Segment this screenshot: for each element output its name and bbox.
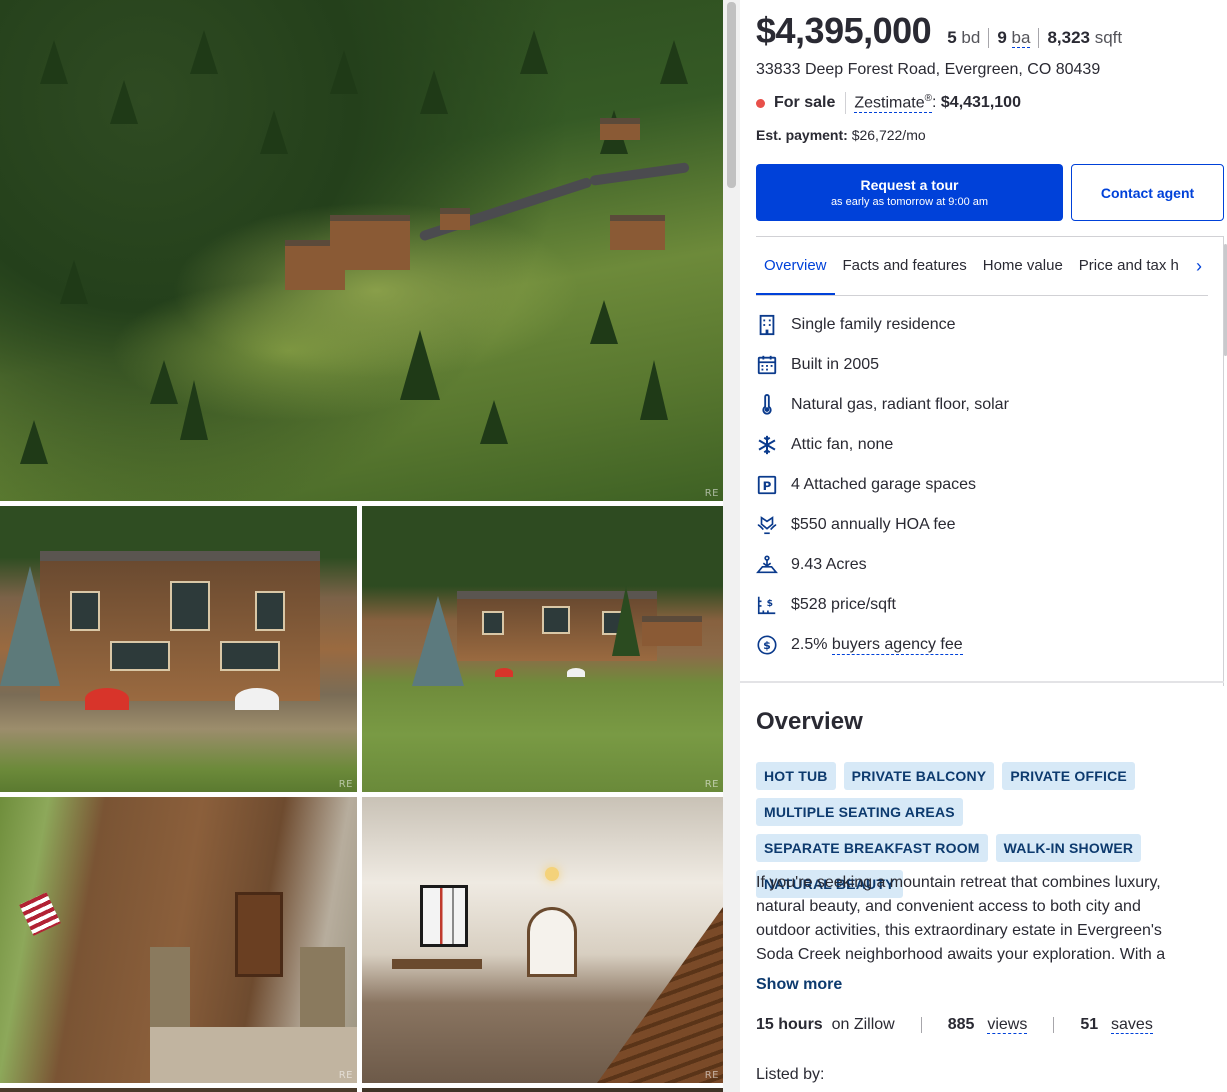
listing-address: 33833 Deep Forest Road, Evergreen, CO 80…: [756, 61, 1101, 78]
fact-text: $550 annually HOA fee: [791, 516, 956, 533]
buyers-agency-fee-link[interactable]: buyers agency fee: [831, 636, 963, 655]
photo-interior-hallway[interactable]: RE: [362, 797, 723, 1083]
svg-text:P: P: [763, 479, 772, 493]
request-tour-sublabel: as early as tomorrow at 9:00 am: [830, 196, 989, 208]
building-icon: [756, 314, 778, 336]
stat-sqft: 8,323 sqft: [1038, 28, 1130, 48]
status-badge: For sale: [774, 94, 836, 111]
dollar-circle-icon: $: [756, 634, 778, 656]
price-per-sqft-icon: $: [756, 594, 778, 616]
listing-metrics: 15 hours on Zillow 885 views 51 saves: [756, 1016, 1153, 1034]
calendar-icon: [756, 354, 778, 376]
fact-text: Single family residence: [791, 316, 956, 333]
stat-baths[interactable]: 9 ba: [988, 28, 1038, 48]
fact-price-per-sqft: $ $528 price/sqft: [756, 585, 1196, 625]
photo-back-terrace[interactable]: RE: [0, 506, 357, 792]
status-dot-icon: [756, 98, 765, 108]
svg-text:$: $: [763, 639, 771, 652]
photo-watermark: RE: [704, 1070, 719, 1081]
fact-text: Attic fan, none: [791, 436, 894, 453]
fact-cooling: Attic fan, none: [756, 425, 1196, 465]
tab-facts-and-features[interactable]: Facts and features: [835, 237, 975, 295]
tab-home-value[interactable]: Home value: [975, 237, 1071, 295]
listing-description: If you're seeking a mountain retreat tha…: [756, 874, 1166, 963]
show-more-button[interactable]: Show more: [756, 976, 842, 994]
photo-watermark: RE: [338, 1070, 353, 1081]
key-facts-list: Single family residence Built in 2005 Na…: [756, 305, 1196, 665]
photo-next-left[interactable]: [0, 1088, 357, 1092]
fact-hoa: $550 annually HOA fee: [756, 505, 1196, 545]
photo-watermark: RE: [338, 779, 353, 790]
feature-chip: HOT TUB: [756, 762, 836, 790]
fact-text: Built in 2005: [791, 356, 880, 373]
fact-text: Natural gas, radiant floor, solar: [791, 396, 1009, 413]
request-tour-label: Request a tour: [860, 177, 959, 193]
overview-heading: Overview: [756, 708, 863, 735]
photo-front-entry[interactable]: RE: [0, 797, 357, 1083]
feature-chip: MULTIPLE SEATING AREAS: [756, 798, 963, 826]
gallery-scrollbar-thumb[interactable]: [727, 2, 736, 188]
price-row: $4,395,000 5 bd 9 ba 8,323 sqft: [756, 10, 1130, 52]
fact-text: 9.43 Acres: [791, 556, 867, 573]
chevron-right-icon[interactable]: ›: [1189, 256, 1209, 276]
fact-text: 4 Attached garage spaces: [791, 476, 977, 493]
fact-text: $528 price/sqft: [791, 596, 896, 613]
fact-year-built: Built in 2005: [756, 345, 1196, 385]
fact-parking: P 4 Attached garage spaces: [756, 465, 1196, 505]
fact-heating: Natural gas, radiant floor, solar: [756, 385, 1196, 425]
fact-lot-size: 9.43 Acres: [756, 545, 1196, 585]
metric-views[interactable]: 885 views: [948, 1016, 1028, 1034]
stat-beds: 5 bd: [947, 28, 981, 47]
metric-time-on-zillow: 15 hours on Zillow: [756, 1016, 895, 1033]
photo-watermark: RE: [704, 779, 719, 790]
thermometer-icon: [756, 394, 778, 416]
est-payment[interactable]: Est. payment: $26,722/mo: [756, 127, 926, 143]
zestimate-link[interactable]: Zestimate®: [854, 93, 932, 114]
tab-price-and-tax-history[interactable]: Price and tax h: [1071, 237, 1187, 295]
home-stats: 5 bd 9 ba 8,323 sqft: [947, 28, 1130, 48]
feature-chip: WALK-IN SHOWER: [995, 834, 1142, 862]
parking-icon: P: [756, 474, 778, 496]
listing-price: $4,395,000: [756, 10, 932, 51]
feature-chip: PRIVATE OFFICE: [1002, 762, 1135, 790]
divider: [920, 1017, 922, 1033]
lot-acres-icon: [756, 554, 778, 576]
photo-watermark: RE: [704, 488, 719, 499]
zestimate-value: $4,431,100: [940, 94, 1021, 111]
feature-chip: PRIVATE BALCONY: [843, 762, 995, 790]
section-tabs: Overview Facts and features Home value P…: [756, 237, 1208, 296]
section-divider: [740, 681, 1224, 683]
fact-home-type: Single family residence: [756, 305, 1196, 345]
photo-aerial[interactable]: RE: [0, 0, 723, 501]
request-tour-button[interactable]: Request a tour as early as tomorrow at 9…: [756, 164, 1063, 221]
zestimate-colon: :: [931, 94, 937, 111]
photo-back-lawn[interactable]: RE: [362, 506, 723, 792]
svg-text:$: $: [767, 598, 773, 609]
divider: [845, 92, 847, 114]
listing-details-panel: $4,395,000 5 bd 9 ba 8,323 sqft 33833 De…: [740, 0, 1227, 1092]
divider: [1053, 1017, 1055, 1033]
listed-by-label: Listed by:: [756, 1066, 825, 1083]
tab-overview[interactable]: Overview: [756, 237, 835, 295]
snowflake-icon: [756, 434, 778, 456]
contact-agent-button[interactable]: Contact agent: [1071, 164, 1224, 221]
photo-next-right[interactable]: [362, 1088, 723, 1092]
feature-chip: SEPARATE BREAKFAST ROOM: [756, 834, 988, 862]
status-row: For sale Zestimate®: $4,431,100: [756, 92, 1021, 114]
fact-text: 2.5%: [791, 636, 828, 653]
metric-saves[interactable]: 51 saves: [1080, 1016, 1153, 1034]
hoa-hands-icon: [756, 514, 778, 536]
photo-gallery: RE RE RE RE RE: [0, 0, 723, 1092]
fact-agency-fee: $ 2.5% buyers agency fee: [756, 625, 1196, 665]
